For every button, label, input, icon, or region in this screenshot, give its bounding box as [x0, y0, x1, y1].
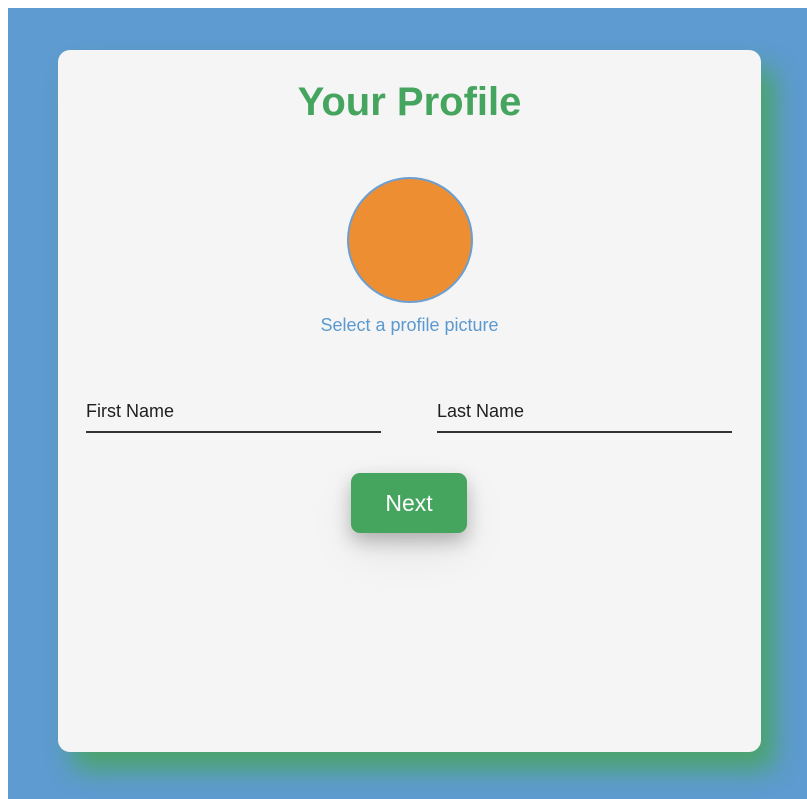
profile-picture-avatar[interactable] [347, 177, 473, 303]
first-name-input[interactable] [86, 395, 385, 433]
first-name-field: First Name [86, 395, 385, 433]
page-title: Your Profile [297, 80, 522, 124]
select-profile-picture-link[interactable]: Select a profile picture [58, 313, 761, 337]
next-button[interactable]: Next [351, 473, 467, 533]
profile-card: Your Profile Select a profile picture Fi… [58, 50, 761, 752]
last-name-input[interactable] [437, 395, 736, 433]
page-background: Your Profile Select a profile picture Fi… [8, 8, 807, 799]
last-name-field: Last Name [437, 395, 736, 433]
